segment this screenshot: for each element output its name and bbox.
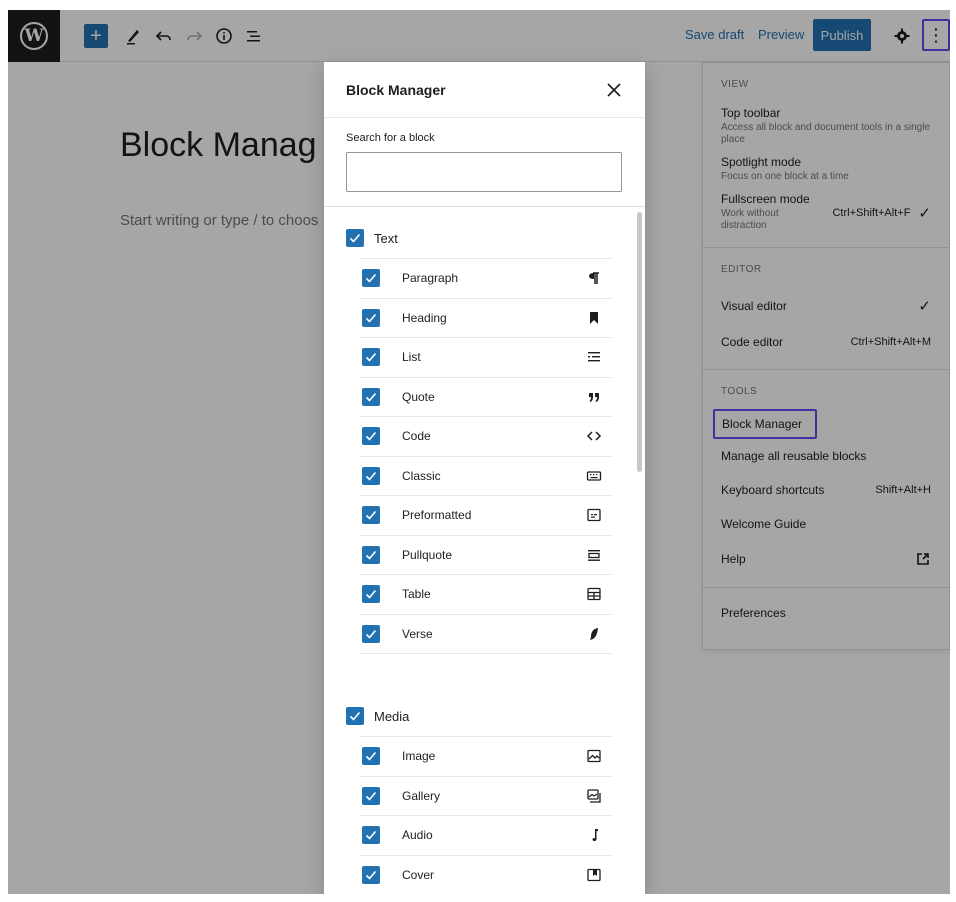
block-label: Verse [402, 626, 433, 641]
search-label: Search for a block [346, 132, 435, 144]
block-label: Quote [402, 389, 435, 404]
block-checkbox[interactable] [362, 387, 380, 406]
checkmark-icon [365, 313, 377, 323]
block-row-classic[interactable]: Classic [360, 457, 612, 496]
block-row-preformatted[interactable]: Preformatted [360, 496, 612, 536]
category-checkbox[interactable] [346, 707, 364, 725]
category-label: Media [374, 708, 410, 724]
checkmark-icon [365, 831, 377, 840]
category-header[interactable]: Media [346, 696, 645, 736]
search-input[interactable] [346, 152, 622, 192]
category-label: Text [374, 230, 398, 246]
block-row-list[interactable]: List [360, 338, 612, 378]
block-row-quote[interactable]: Quote [360, 378, 612, 417]
checkmark-icon [365, 791, 377, 801]
category-checkbox[interactable] [346, 229, 364, 247]
block-checkbox[interactable] [362, 545, 380, 564]
checkmark-icon [365, 511, 377, 520]
feather-icon [586, 626, 602, 642]
block-row-code[interactable]: Code [360, 417, 612, 457]
block-checkbox[interactable] [362, 786, 380, 805]
block-checkbox[interactable] [362, 865, 380, 884]
cover-icon [586, 867, 602, 883]
pullquote-icon [586, 547, 602, 563]
block-row-image[interactable]: Image [360, 737, 612, 777]
block-label: Image [402, 749, 436, 764]
scrollbar-thumb[interactable] [637, 212, 642, 472]
close-icon[interactable] [605, 81, 623, 99]
checkmark-icon [349, 711, 361, 721]
gallery-icon [586, 788, 602, 804]
block-checkbox[interactable] [362, 506, 380, 525]
block-checkbox[interactable] [362, 624, 380, 643]
block-row-cover[interactable]: Cover [360, 856, 612, 895]
checkmark-icon [365, 629, 377, 639]
app-window: W + Save draft Preview Publish ⋮ Block M… [8, 10, 950, 894]
list-icon [586, 349, 602, 365]
categories-container: Text Paragraph Heading List Quote Code Classic… [324, 218, 645, 894]
checkmark-icon [349, 233, 361, 243]
bookmark-icon [586, 310, 602, 326]
checkmark-icon [365, 432, 377, 441]
quote-icon [586, 389, 602, 405]
block-label: Gallery [402, 788, 441, 803]
block-list: Paragraph Heading List Quote Code Classic Pref… [360, 258, 612, 654]
block-row-gallery[interactable]: Gallery [360, 777, 612, 816]
category-header[interactable]: Text [346, 218, 645, 258]
keyboard-icon [586, 468, 602, 484]
category-spacer [324, 654, 645, 690]
music-note-icon [586, 827, 602, 843]
modal-title: Block Manager [346, 81, 446, 98]
block-label: Table [402, 587, 431, 602]
block-row-paragraph[interactable]: Paragraph [360, 259, 612, 299]
checkmark-icon [365, 870, 377, 880]
checkmark-icon [365, 274, 377, 283]
block-label: Paragraph [402, 271, 459, 286]
block-checkbox[interactable] [362, 466, 380, 485]
block-checkbox[interactable] [362, 269, 380, 288]
block-categories-list[interactable]: Text Paragraph Heading List Quote Code Classic… [324, 212, 645, 894]
modal-header: Block Manager [324, 62, 645, 118]
block-checkbox[interactable] [362, 747, 380, 766]
block-checkbox[interactable] [362, 826, 380, 845]
block-row-verse[interactable]: Verse [360, 615, 612, 654]
block-label: Cover [402, 867, 435, 882]
block-row-audio[interactable]: Audio [360, 816, 612, 856]
preformatted-icon [586, 507, 602, 523]
block-checkbox[interactable] [362, 585, 380, 604]
block-label: Preformatted [402, 508, 472, 523]
block-checkbox[interactable] [362, 348, 380, 367]
checkmark-icon [365, 590, 377, 599]
table-icon [586, 586, 602, 602]
checkmark-icon [365, 392, 377, 402]
block-row-pullquote[interactable]: Pullquote [360, 536, 612, 575]
category-media: Media Image Gallery Audio Cover [324, 696, 645, 894]
block-checkbox[interactable] [362, 308, 380, 327]
paragraph-icon [586, 270, 602, 286]
code-icon [586, 428, 602, 444]
checkmark-icon [365, 752, 377, 761]
block-checkbox[interactable] [362, 427, 380, 446]
block-manager-modal: Block Manager Search for a block Text Par… [324, 62, 645, 894]
checkmark-icon [365, 550, 377, 560]
block-label: Code [402, 429, 431, 444]
block-label: List [402, 350, 421, 365]
checkmark-icon [365, 353, 377, 362]
checkmark-icon [365, 471, 377, 481]
block-label: Heading [402, 310, 447, 325]
category-text: Text Paragraph Heading List Quote Code Classic… [324, 218, 645, 654]
block-row-table[interactable]: Table [360, 575, 612, 615]
image-icon [586, 748, 602, 764]
block-label: Audio [402, 828, 433, 843]
block-label: Classic [402, 468, 441, 483]
search-area: Search for a block [324, 118, 645, 207]
block-list: Image Gallery Audio Cover [360, 736, 612, 894]
block-label: Pullquote [402, 547, 453, 562]
block-row-heading[interactable]: Heading [360, 299, 612, 338]
